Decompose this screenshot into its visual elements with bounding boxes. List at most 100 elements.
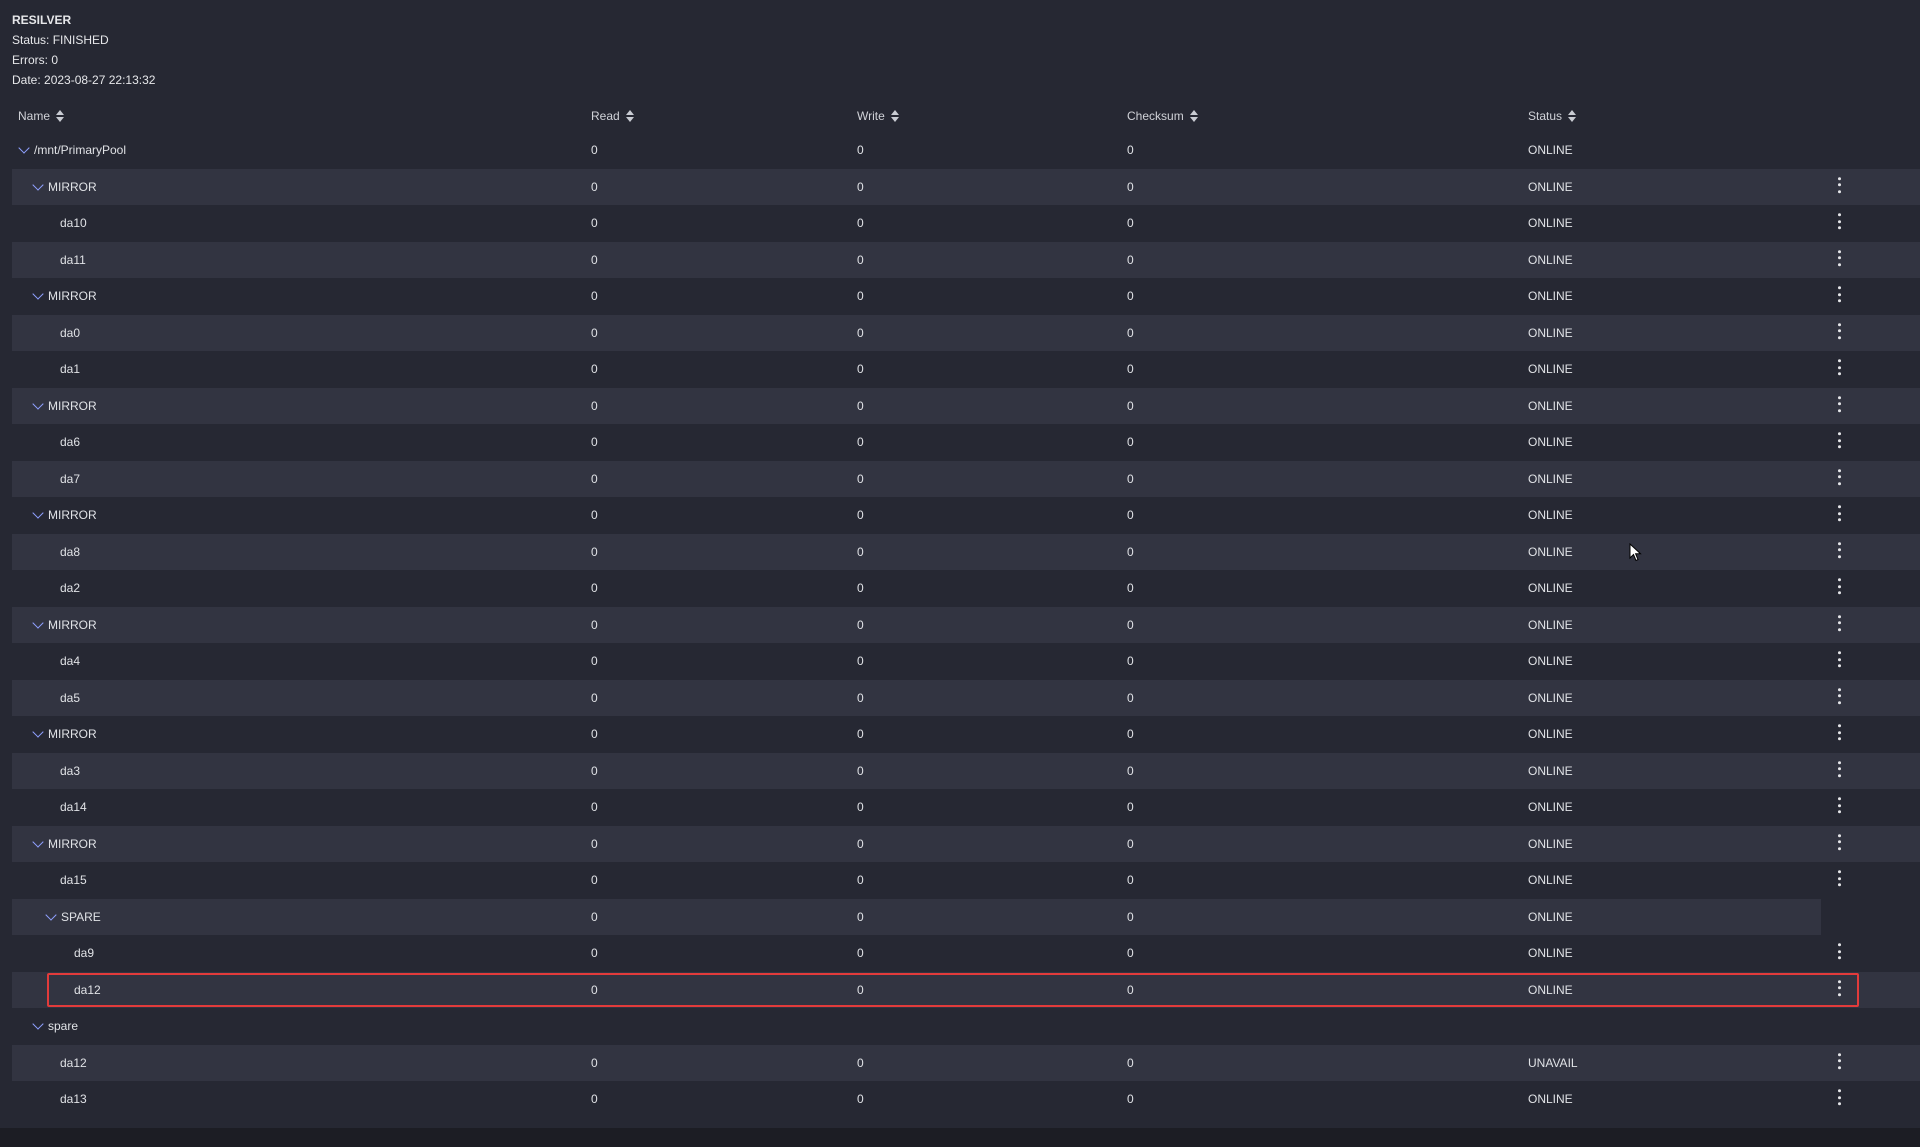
cell-status: ONLINE <box>1528 398 1573 413</box>
kebab-dot <box>1837 468 1841 472</box>
table-row[interactable]: da5 0 0 0 ONLINE <box>0 679 1920 716</box>
cell-checksum: 0 <box>1127 1055 1134 1070</box>
cell-name: MIRROR <box>32 826 97 863</box>
more-vert-icon[interactable] <box>1832 504 1846 522</box>
kebab-dot <box>1837 833 1841 837</box>
kebab-dot <box>1837 438 1841 442</box>
row-background <box>12 862 1920 899</box>
table-row[interactable]: MIRROR 0 0 0 ONLINE <box>0 168 1920 205</box>
chevron-down-icon[interactable] <box>32 617 44 629</box>
row-background <box>12 716 1920 753</box>
more-vert-icon[interactable] <box>1832 431 1846 449</box>
table-row[interactable]: da0 0 0 0 ONLINE <box>0 314 1920 351</box>
kebab-dot <box>1837 760 1841 764</box>
cell-status: UNAVAIL <box>1528 1055 1578 1070</box>
chevron-down-icon[interactable] <box>32 179 44 191</box>
more-vert-icon[interactable] <box>1832 1052 1846 1070</box>
more-vert-icon[interactable] <box>1832 358 1846 376</box>
row-background <box>12 241 1920 278</box>
more-vert-icon[interactable] <box>1832 614 1846 632</box>
table-row[interactable]: da2 0 0 0 ONLINE <box>0 570 1920 607</box>
sort-icon[interactable] <box>56 110 65 122</box>
cell-status: ONLINE <box>1528 946 1573 961</box>
chevron-down-icon[interactable] <box>32 1018 44 1030</box>
column-header-write[interactable]: Write <box>857 109 899 123</box>
column-header-read[interactable]: Read <box>591 109 634 123</box>
more-vert-icon[interactable] <box>1832 176 1846 194</box>
table-row[interactable]: MIRROR 0 0 0 ONLINE <box>0 387 1920 424</box>
cell-write: 0 <box>857 909 864 924</box>
kebab-dot <box>1837 687 1841 691</box>
kebab-dot <box>1837 1052 1841 1056</box>
more-vert-icon[interactable] <box>1832 212 1846 230</box>
chevron-down-icon[interactable] <box>18 142 30 154</box>
more-vert-icon[interactable] <box>1832 869 1846 887</box>
table-row[interactable]: MIRROR 0 0 0 ONLINE <box>0 825 1920 863</box>
table-row[interactable]: da1 0 0 0 ONLINE <box>0 351 1920 388</box>
more-vert-icon[interactable] <box>1832 395 1846 413</box>
column-header-checksum-label: Checksum <box>1127 109 1184 123</box>
table-row[interactable]: MIRROR 0 0 0 ONLINE <box>0 606 1920 643</box>
more-vert-icon[interactable] <box>1832 468 1846 486</box>
more-vert-icon[interactable] <box>1832 833 1846 851</box>
chevron-down-icon[interactable] <box>32 507 44 519</box>
table-row[interactable]: da13 0 0 0 ONLINE <box>0 1081 1920 1118</box>
chevron-down-icon[interactable] <box>45 909 57 921</box>
column-header-checksum[interactable]: Checksum <box>1127 109 1198 123</box>
more-vert-icon[interactable] <box>1832 541 1846 559</box>
more-vert-icon[interactable] <box>1832 796 1846 814</box>
cell-write: 0 <box>857 435 864 450</box>
more-vert-icon[interactable] <box>1832 1088 1846 1106</box>
column-header-name[interactable]: Name <box>18 109 65 123</box>
chevron-down-icon[interactable] <box>32 726 44 738</box>
table-row[interactable]: da11 0 0 0 ONLINE <box>0 241 1920 278</box>
cell-write: 0 <box>857 581 864 596</box>
table-row[interactable]: da14 0 0 0 ONLINE <box>0 789 1920 826</box>
more-vert-icon[interactable] <box>1832 942 1846 960</box>
sort-icon[interactable] <box>1189 110 1198 122</box>
more-vert-icon[interactable] <box>1832 249 1846 267</box>
row-background <box>12 971 1920 1008</box>
kebab-dot <box>1837 810 1841 814</box>
sort-icon[interactable] <box>625 110 634 122</box>
cell-name: da9 <box>74 935 94 972</box>
sort-icon[interactable] <box>890 110 899 122</box>
more-vert-icon[interactable] <box>1832 687 1846 705</box>
table-row[interactable]: da3 0 0 0 ONLINE <box>0 752 1920 789</box>
cell-status: ONLINE <box>1528 909 1573 924</box>
table-row[interactable]: da4 0 0 0 ONLINE <box>0 643 1920 680</box>
table-row[interactable]: MIRROR 0 0 0 ONLINE <box>0 497 1920 534</box>
column-header-status[interactable]: Status <box>1528 109 1577 123</box>
table-row[interactable]: da7 0 0 0 ONLINE <box>0 460 1920 497</box>
chevron-down-icon[interactable] <box>32 398 44 410</box>
table-row[interactable]: spare <box>0 1008 1920 1045</box>
more-vert-icon[interactable] <box>1832 577 1846 595</box>
more-vert-icon[interactable] <box>1832 979 1846 997</box>
table-row[interactable]: MIRROR 0 0 0 ONLINE <box>0 278 1920 315</box>
sort-icon[interactable] <box>1568 110 1577 122</box>
column-header-name-label: Name <box>18 109 51 123</box>
chevron-down-icon[interactable] <box>32 836 44 848</box>
chevron-down-icon[interactable] <box>32 288 44 300</box>
kebab-dot <box>1837 694 1841 698</box>
table-row[interactable]: da10 0 0 0 ONLINE <box>0 205 1920 242</box>
kebab-dot <box>1837 840 1841 844</box>
kebab-dot <box>1837 591 1841 595</box>
more-vert-icon[interactable] <box>1832 285 1846 303</box>
table-row[interactable]: da12 0 0 0 UNAVAIL <box>0 1044 1920 1081</box>
more-vert-icon[interactable] <box>1832 650 1846 668</box>
table-row[interactable]: /mnt/PrimaryPool 0 0 0 ONLINE <box>0 132 1920 169</box>
table-row[interactable]: da9 0 0 0 ONLINE <box>0 935 1920 972</box>
table-row[interactable]: SPARE 0 0 0 ONLINE <box>0 898 1920 935</box>
row-background <box>12 825 1920 862</box>
table-row[interactable]: MIRROR 0 0 0 ONLINE <box>0 716 1920 753</box>
cell-checksum: 0 <box>1127 836 1134 851</box>
device-name: MIRROR <box>48 617 97 632</box>
table-row[interactable]: da6 0 0 0 ONLINE <box>0 424 1920 461</box>
cell-checksum: 0 <box>1127 508 1134 523</box>
more-vert-icon[interactable] <box>1832 322 1846 340</box>
table-row[interactable]: da12 0 0 0 ONLINE <box>0 971 1920 1008</box>
more-vert-icon[interactable] <box>1832 760 1846 778</box>
more-vert-icon[interactable] <box>1832 723 1846 741</box>
table-row[interactable]: da15 0 0 0 ONLINE <box>0 862 1920 899</box>
